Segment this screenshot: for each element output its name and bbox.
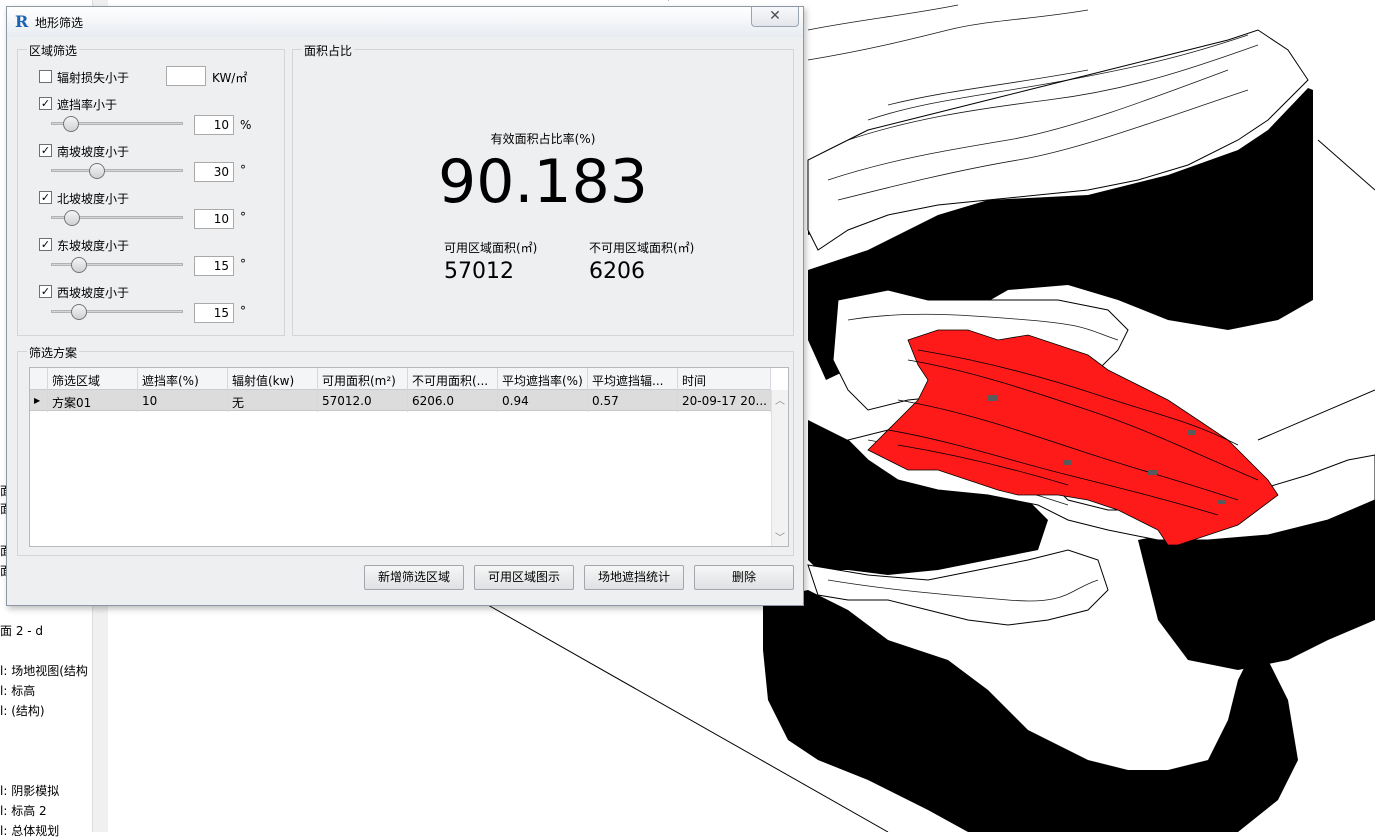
table-cell[interactable]: 20-09-17 20... bbox=[678, 390, 771, 412]
dialog-titlebar[interactable]: R 地形筛选 ✕ bbox=[7, 7, 803, 37]
table-scrollbar[interactable]: ︿ ﹀ bbox=[771, 390, 788, 546]
south-slope-label: 南坡坡度小于 bbox=[57, 145, 130, 159]
shading-label: 遮挡率小于 bbox=[57, 98, 118, 112]
row-header-corner bbox=[30, 368, 48, 390]
browser-item[interactable]: l: (结构) bbox=[0, 702, 45, 719]
region-filter-legend: 区域筛选 bbox=[27, 42, 80, 59]
north-slope-slider-thumb[interactable] bbox=[63, 210, 80, 226]
table-cell[interactable]: 无 bbox=[228, 390, 318, 412]
delete-button[interactable]: 删除 bbox=[694, 565, 794, 590]
north-slope-checkbox[interactable]: ✓ bbox=[39, 191, 52, 204]
browser-item[interactable]: l: 总体规划 bbox=[0, 822, 59, 839]
area-ratio-legend: 面积占比 bbox=[302, 42, 355, 59]
south-slope-slider-thumb[interactable] bbox=[89, 163, 106, 179]
table-cell[interactable]: 方案01 bbox=[48, 390, 138, 412]
north-slope-label: 北坡坡度小于 bbox=[57, 192, 130, 206]
east-slope-checkbox[interactable]: ✓ bbox=[39, 238, 52, 251]
east-slope-unit: ° bbox=[240, 257, 246, 271]
close-button[interactable]: ✕ bbox=[751, 7, 799, 27]
scheme-table: 筛选区域 遮挡率(%) 辐射值(kw) 可用面积(m²) 不可用面积(... 平… bbox=[29, 367, 789, 547]
dialog-title: 地形筛选 bbox=[35, 16, 84, 30]
browser-item[interactable]: l: 标高 2 bbox=[0, 802, 47, 819]
east-slope-slider-thumb[interactable] bbox=[70, 257, 87, 273]
scheme-table-header: 筛选区域 遮挡率(%) 辐射值(kw) 可用面积(m²) 不可用面积(... 平… bbox=[30, 368, 771, 390]
table-cell[interactable]: 57012.0 bbox=[318, 390, 408, 412]
scroll-up-icon[interactable]: ︿ bbox=[775, 392, 785, 407]
area-ratio-group: 面积占比 有效面积占比率(%) 90.183 可用区域面积(㎡) 57012 不… bbox=[292, 42, 794, 336]
table-row[interactable]: ▶ 方案01 10 无 57012.0 6206.0 0.94 0.57 20-… bbox=[30, 390, 771, 412]
north-slope-unit: ° bbox=[240, 210, 246, 224]
column-header[interactable]: 平均遮挡辐... bbox=[588, 368, 678, 390]
unusable-area-label: 不可用区域面积(㎡) bbox=[589, 241, 695, 255]
radiation-unit: KW/㎡ bbox=[212, 71, 248, 85]
north-slope-input[interactable]: 10 bbox=[194, 209, 234, 229]
west-slope-label: 西坡坡度小于 bbox=[57, 286, 130, 300]
south-slope-checkbox[interactable]: ✓ bbox=[39, 144, 52, 157]
west-slope-slider-thumb[interactable] bbox=[70, 304, 87, 320]
table-cell[interactable]: 6206.0 bbox=[408, 390, 498, 412]
west-slope-unit: ° bbox=[240, 304, 246, 318]
add-filter-region-button[interactable]: 新增筛选区域 bbox=[364, 565, 464, 590]
effective-ratio-value: 90.183 bbox=[438, 147, 648, 217]
south-slope-slider[interactable] bbox=[51, 169, 183, 172]
table-cell[interactable]: 0.57 bbox=[588, 390, 678, 412]
effective-ratio-caption: 有效面积占比率(%) bbox=[490, 132, 596, 146]
browser-item[interactable]: l: 阴影模拟 bbox=[0, 782, 59, 799]
browser-item[interactable]: l: 场地视图(结构 bbox=[0, 662, 88, 679]
column-header[interactable]: 可用面积(m²) bbox=[318, 368, 408, 390]
show-usable-area-button[interactable]: 可用区域图示 bbox=[474, 565, 574, 590]
unusable-area-value: 6206 bbox=[589, 259, 645, 284]
filter-scheme-legend: 筛选方案 bbox=[27, 344, 80, 361]
column-header[interactable]: 辐射值(kw) bbox=[228, 368, 318, 390]
terrain-filter-dialog: R 地形筛选 ✕ 区域筛选 辐射损失小于 KW/㎡ ✓ 遮挡率小于 10 % ✓… bbox=[6, 6, 804, 606]
revit-app-icon: R bbox=[15, 12, 29, 31]
shading-input[interactable]: 10 bbox=[194, 115, 234, 135]
shading-unit: % bbox=[240, 118, 252, 132]
usable-area-label: 可用区域面积(㎡) bbox=[444, 241, 538, 255]
table-cell[interactable]: 10 bbox=[138, 390, 228, 412]
south-slope-unit: ° bbox=[240, 163, 246, 177]
usable-area-value: 57012 bbox=[444, 259, 514, 284]
west-slope-input[interactable]: 15 bbox=[194, 303, 234, 323]
close-icon: ✕ bbox=[769, 8, 781, 24]
column-header[interactable]: 筛选区域 bbox=[48, 368, 138, 390]
column-header[interactable]: 遮挡率(%) bbox=[138, 368, 228, 390]
column-header[interactable]: 时间 bbox=[678, 368, 771, 390]
column-header[interactable]: 平均遮挡率(%) bbox=[498, 368, 588, 390]
browser-item[interactable]: l: 标高 bbox=[0, 682, 35, 699]
browser-item[interactable]: 面 2 - d bbox=[0, 622, 43, 639]
east-slope-input[interactable]: 15 bbox=[194, 256, 234, 276]
scroll-down-icon[interactable]: ﹀ bbox=[775, 529, 785, 544]
column-header[interactable]: 不可用面积(... bbox=[408, 368, 498, 390]
radiation-input[interactable] bbox=[166, 66, 206, 86]
site-shading-stats-button[interactable]: 场地遮挡统计 bbox=[584, 565, 684, 590]
radiation-checkbox[interactable] bbox=[39, 70, 52, 83]
shading-checkbox[interactable]: ✓ bbox=[39, 97, 52, 110]
row-selector-arrow-icon[interactable]: ▶ bbox=[30, 390, 48, 412]
east-slope-label: 东坡坡度小于 bbox=[57, 239, 130, 253]
west-slope-checkbox[interactable]: ✓ bbox=[39, 285, 52, 298]
south-slope-input[interactable]: 30 bbox=[194, 162, 234, 182]
table-cell[interactable]: 0.94 bbox=[498, 390, 588, 412]
radiation-label: 辐射损失小于 bbox=[57, 71, 130, 85]
region-filter-group: 区域筛选 辐射损失小于 KW/㎡ ✓ 遮挡率小于 10 % ✓ 南坡坡度小于 3… bbox=[17, 42, 285, 336]
shading-slider-thumb[interactable] bbox=[62, 116, 79, 132]
